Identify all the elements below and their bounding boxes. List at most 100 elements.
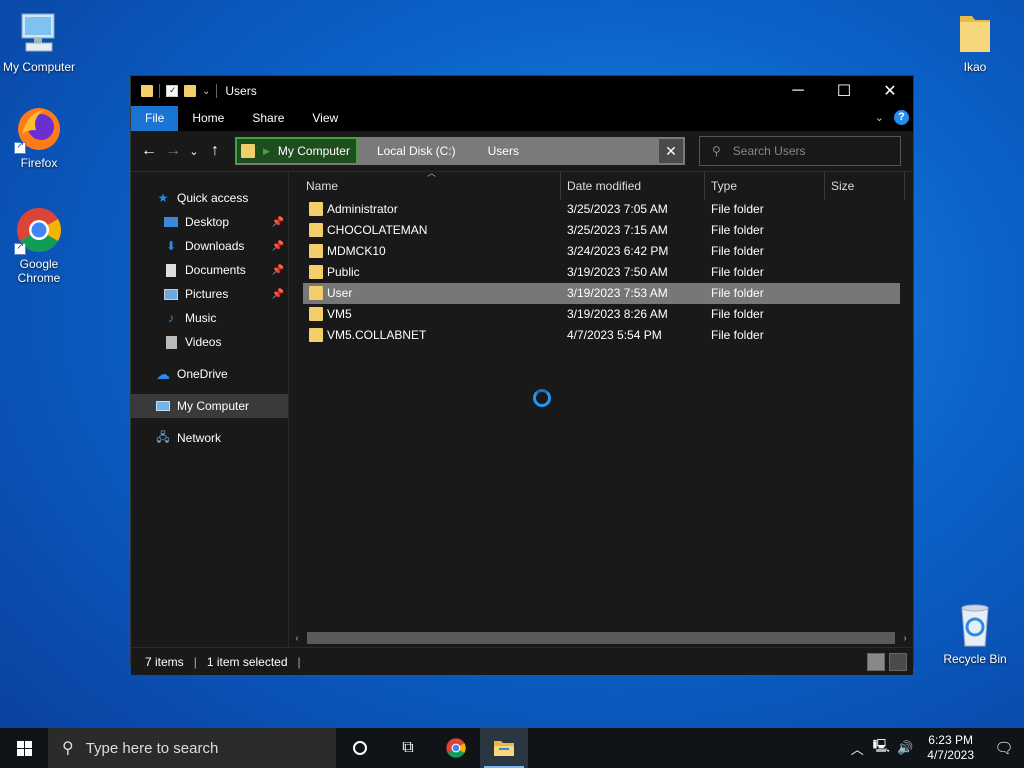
help-icon[interactable]: ? [894,110,909,125]
selection-count: 1 item selected [206,654,288,669]
recent-locations-button[interactable]: ⌄ [185,145,203,158]
pictures-icon [163,287,179,301]
scrollbar-thumb[interactable] [307,632,895,644]
sidebar-item-desktop[interactable]: Desktop 📌 [131,210,288,234]
file-type: File folder [711,223,764,237]
sidebar-item-onedrive[interactable]: ☁ OneDrive [131,362,288,386]
title-bar[interactable]: ⌄ Users ─ ☐ ✕ [131,76,913,106]
breadcrumb-users[interactable]: Users [468,144,531,158]
column-header-name[interactable]: Name [300,172,561,200]
minimize-button[interactable]: ─ [775,76,821,106]
file-row[interactable]: MDMCK10 3/24/2023 6:42 PM File folder [303,241,900,262]
properties-icon[interactable] [166,85,178,97]
tab-home[interactable]: Home [178,106,238,131]
chevron-right-icon: ▶ [263,145,270,156]
file-row-selected[interactable]: User 3/19/2023 7:53 AM File folder [303,283,900,304]
breadcrumb-local-disk[interactable]: Local Disk (C:) [357,144,468,158]
folder-icon [309,328,323,342]
breadcrumb-label: My Computer [277,144,350,158]
videos-icon [163,335,179,349]
file-type: File folder [711,307,764,321]
sidebar-item-label: Quick access [177,191,249,205]
sidebar-item-label: Pictures [185,287,229,301]
desktop-icon-firefox[interactable]: Firefox [0,104,78,170]
breadcrumb-my-computer[interactable]: ▶ My Computer [236,138,357,164]
sidebar-item-downloads[interactable]: ⬇ Downloads 📌 [131,234,288,258]
clock[interactable]: 6:23 PM 4/7/2023 [917,733,984,763]
volume-icon[interactable]: 🔊 [893,740,917,756]
maximize-button[interactable]: ☐ [821,76,867,106]
desktop-icon-ikao[interactable]: Ikao [936,8,1014,74]
file-row[interactable]: VM5.COLLABNET 4/7/2023 5:54 PM File fold… [303,325,900,346]
desktop-icon-chrome[interactable]: Google Chrome [0,205,78,285]
file-name: Administrator [327,202,398,216]
sidebar-item-videos[interactable]: Videos [131,330,288,354]
divider: | [193,654,197,669]
customize-toolbar-icon[interactable]: ⌄ [202,86,210,97]
details-view-button[interactable] [867,653,885,671]
file-date: 3/19/2023 7:50 AM [567,265,668,279]
address-bar[interactable]: ▶ My Computer Local Disk (C:) Users ✕ [235,137,685,165]
file-name: VM5.COLLABNET [327,328,427,342]
tab-view[interactable]: View [298,106,352,131]
sidebar-item-pictures[interactable]: Pictures 📌 [131,282,288,306]
large-icons-view-button[interactable] [889,653,907,671]
taskbar-chrome[interactable] [432,728,480,768]
shortcut-arrow-icon [14,241,26,255]
search-input[interactable]: ⚲ Search Users [699,136,901,166]
scroll-left-icon[interactable]: ‹ [289,633,305,644]
cortana-button[interactable] [336,728,384,768]
desktop-icon-label: Ikao [963,60,987,74]
taskbar-file-explorer[interactable] [480,728,528,768]
tab-share[interactable]: Share [238,106,298,131]
sidebar-item-label: Desktop [185,215,230,229]
desktop-icon-label: My Computer [2,60,76,74]
clear-address-button[interactable]: ✕ [659,139,683,163]
sidebar-item-network[interactable]: 🖧 Network [131,426,288,450]
desktop-icon-my-computer[interactable]: My Computer [0,8,78,74]
folder-icon [309,286,323,300]
tab-file[interactable]: File [131,106,179,131]
file-row[interactable]: CHOCOLATEMAN 3/25/2023 7:15 AM File fold… [303,220,900,241]
file-explorer-window: ⌄ Users ─ ☐ ✕ File Home Share View ⌄ ? ←… [130,75,914,675]
expand-ribbon-icon[interactable]: ⌄ [875,111,884,124]
horizontal-scrollbar[interactable]: ‹ › [289,629,913,647]
column-header-date-modified[interactable]: Date modified [561,172,705,200]
column-header-type[interactable]: Type [705,172,825,200]
sidebar-item-my-computer[interactable]: My Computer [131,394,288,418]
folder-icon [309,223,323,237]
pin-icon: 📌 [271,216,284,228]
sidebar-item-documents[interactable]: Documents 📌 [131,258,288,282]
show-hidden-icons-icon[interactable]: ︿ [845,739,869,758]
close-button[interactable]: ✕ [867,76,913,106]
scroll-right-icon[interactable]: › [897,633,913,644]
back-button[interactable]: ← [137,142,161,160]
cloud-icon: ☁ [156,365,170,382]
sidebar-item-music[interactable]: ♪ Music [131,306,288,330]
desktop-icon-recycle-bin[interactable]: Recycle Bin [936,600,1014,666]
sidebar-item-label: Videos [185,335,222,349]
file-name: User [327,286,353,300]
notifications-icon[interactable]: 🗨 [984,739,1024,757]
file-row[interactable]: Public 3/19/2023 7:50 AM File folder [303,262,900,283]
navigation-pane: ★ Quick access Desktop 📌 ⬇ Downloads 📌 D… [131,172,289,647]
file-row[interactable]: VM5 3/19/2023 8:26 AM File folder [303,304,900,325]
file-type: File folder [711,286,764,300]
task-view-button[interactable]: ⧉ [384,728,432,768]
taskbar-search-box[interactable]: ⚲ Type here to search [48,728,336,768]
column-header-size[interactable]: Size [825,172,905,200]
computer-icon [14,8,64,58]
chrome-icon [446,738,466,758]
desktop-icon-label: Firefox [20,156,58,170]
forward-button[interactable]: → [161,142,185,160]
file-date: 3/24/2023 6:42 PM [567,244,669,258]
file-row[interactable]: Administrator 3/25/2023 7:05 AM File fol… [303,199,900,220]
file-list: ︿ Name Date modified Type Size Administr… [289,168,913,647]
star-icon: ★ [157,191,169,205]
search-icon: ⚲ [712,144,721,158]
network-icon[interactable]: 🖳 [869,737,893,759]
new-folder-icon[interactable] [184,85,196,97]
start-button[interactable] [0,728,48,768]
up-button[interactable]: ↑ [203,142,227,160]
sidebar-item-quick-access[interactable]: ★ Quick access [131,186,288,210]
